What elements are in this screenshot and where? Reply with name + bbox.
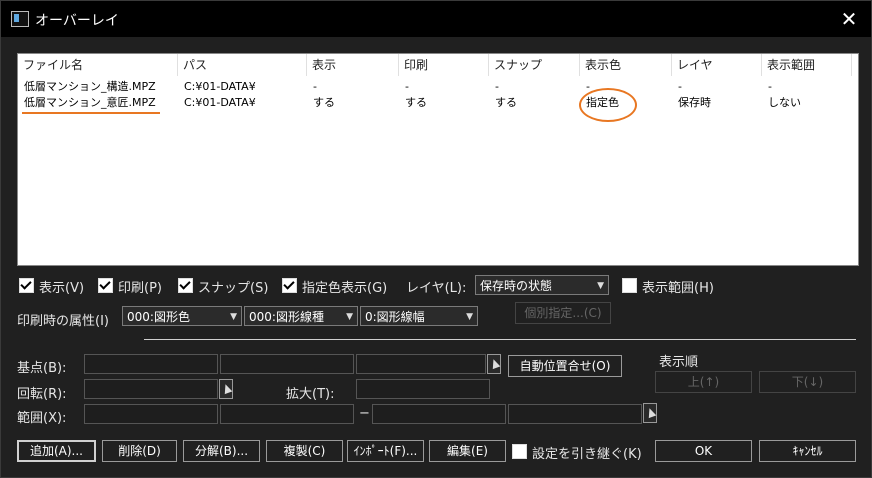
layer-select-value: 保存時の状態 (480, 279, 553, 293)
print-linetype-select[interactable]: 000:図形線種 ▼ (244, 306, 358, 326)
color-display-label: 指定色表示(G) (302, 281, 388, 296)
print-color-select[interactable]: 000:図形色 ▼ (122, 306, 242, 326)
display-range-checkbox[interactable] (622, 278, 637, 293)
display-checkbox[interactable] (19, 278, 34, 293)
row-path: C:¥01-DATA¥ (184, 80, 256, 93)
base-z-input[interactable] (356, 354, 486, 374)
row-display: - (313, 80, 317, 93)
row-range: - (768, 80, 772, 93)
print-linewidth-select[interactable]: 0:図形線幅 ▼ (360, 306, 478, 326)
rotation-label: 回転(R): (17, 387, 67, 402)
pick-cursor-icon[interactable] (219, 379, 233, 399)
row-layer: 保存時 (678, 96, 711, 109)
cancel-button[interactable]: ｷｬﾝｾﾙ (759, 440, 856, 462)
filename-highlight-underline (22, 112, 160, 114)
overlay-file-list[interactable]: ファイル名 パス 表示 印刷 スナップ 表示色 レイヤ 表示範囲 低層マンション… (17, 53, 859, 266)
col-header-path[interactable]: パス (178, 54, 307, 76)
overlay-dialog: オーバーレイ ✕ ファイル名 パス 表示 印刷 スナップ 表示色 レイヤ 表示範… (0, 0, 872, 478)
copy-button[interactable]: 複製(C) (266, 440, 343, 462)
col-header-print[interactable]: 印刷 (399, 54, 489, 76)
delete-button[interactable]: 削除(D) (102, 440, 177, 462)
print-label: 印刷(P) (118, 281, 162, 296)
layer-select[interactable]: 保存時の状態 ▼ (475, 275, 609, 295)
display-range-label: 表示範囲(H) (642, 281, 714, 296)
edit-button[interactable]: 編集(E) (429, 440, 506, 462)
scale-input[interactable] (356, 379, 490, 399)
col-header-layer[interactable]: レイヤ (672, 54, 762, 76)
display-order-label: 表示順 (659, 355, 699, 370)
col-header-snap[interactable]: スナップ (489, 54, 580, 76)
display-label: 表示(V) (39, 281, 85, 296)
snap-label: スナップ(S) (198, 281, 269, 296)
row-snap: する (495, 96, 517, 109)
color-display-checkbox[interactable] (282, 278, 297, 293)
print-color-value: 000:図形色 (127, 310, 190, 324)
order-up-button[interactable]: 上(↑) (655, 371, 752, 393)
row-filename: 低層マンション_意匠.MPZ (24, 96, 156, 109)
title-bar: オーバーレイ ✕ (1, 1, 871, 37)
print-linewidth-value: 0:図形線幅 (365, 310, 425, 324)
col-header-range[interactable]: 表示範囲 (762, 54, 852, 76)
row-range: しない (768, 96, 801, 109)
range-x2-input[interactable] (372, 404, 506, 424)
inherit-settings-checkbox[interactable] (512, 444, 527, 459)
print-checkbox[interactable] (98, 278, 113, 293)
row-print: する (405, 96, 427, 109)
close-icon[interactable]: ✕ (837, 7, 861, 31)
scale-label: 拡大(T): (286, 387, 335, 402)
layer-label: レイヤ(L): (406, 281, 467, 296)
window-title: オーバーレイ (35, 13, 119, 29)
col-header-filename[interactable]: ファイル名 (18, 54, 178, 76)
chevron-down-icon: ▼ (346, 312, 353, 322)
auto-align-button[interactable]: 自動位置合せ(O) (508, 355, 622, 377)
rotation-input[interactable] (84, 379, 218, 399)
print-linetype-value: 000:図形線種 (249, 310, 324, 324)
row-path: C:¥01-DATA¥ (184, 96, 256, 109)
inherit-settings-label: 設定を引き継ぐ(K) (532, 447, 642, 462)
chevron-down-icon: ▼ (466, 312, 473, 322)
chevron-down-icon: ▼ (597, 281, 604, 291)
individual-setting-button[interactable]: 個別指定...(C) (515, 302, 611, 324)
ok-button[interactable]: OK (655, 440, 752, 462)
pick-cursor-icon[interactable] (487, 354, 501, 374)
row-print: - (405, 80, 409, 93)
import-button[interactable]: ｲﾝﾎﾟｰﾄ(F)... (347, 440, 424, 462)
row-filename: 低層マンション_構造.MPZ (24, 80, 156, 93)
base-y-input[interactable] (220, 354, 354, 374)
print-attr-label: 印刷時の属性(I) (17, 314, 109, 329)
app-window-icon (11, 11, 29, 27)
col-header-display[interactable]: 表示 (307, 54, 399, 76)
range-label: 範囲(X): (17, 411, 67, 426)
row-snap: - (495, 80, 499, 93)
range-y2-input[interactable] (508, 404, 642, 424)
split-button[interactable]: 分解(B)... (183, 440, 260, 462)
add-button[interactable]: 追加(A)... (17, 440, 96, 462)
section-divider (144, 339, 856, 340)
base-point-label: 基点(B): (17, 361, 67, 376)
range-y1-input[interactable] (220, 404, 354, 424)
row-display: する (313, 96, 335, 109)
chevron-down-icon: ▼ (230, 312, 237, 322)
col-header-color[interactable]: 表示色 (580, 54, 672, 76)
color-highlight-circle (579, 88, 637, 122)
row-layer: - (678, 80, 682, 93)
base-x-input[interactable] (84, 354, 218, 374)
snap-checkbox[interactable] (178, 278, 193, 293)
range-x1-input[interactable] (84, 404, 218, 424)
range-separator: − (359, 406, 370, 421)
order-down-button[interactable]: 下(↓) (759, 371, 856, 393)
pick-cursor-icon[interactable] (643, 403, 657, 423)
